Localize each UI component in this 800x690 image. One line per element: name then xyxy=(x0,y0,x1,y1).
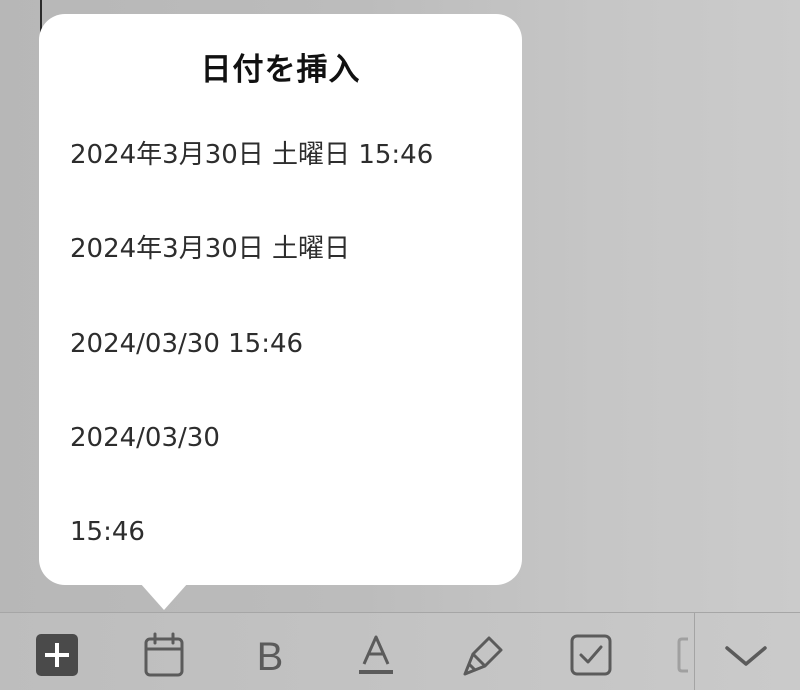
hide-keyboard-button[interactable] xyxy=(720,631,772,683)
insert-button[interactable] xyxy=(31,631,83,683)
date-option-full-datetime[interactable]: 2024年3月30日 土曜日 15:46 xyxy=(70,127,510,183)
insert-date-button[interactable] xyxy=(138,631,190,683)
date-option-numeric-date[interactable]: 2024/03/30 xyxy=(70,410,510,466)
checkbox-icon xyxy=(568,632,614,682)
checklist-button[interactable] xyxy=(565,631,617,683)
highlighter-icon xyxy=(461,632,507,682)
bold-icon: B xyxy=(256,635,284,679)
more-tools-button[interactable] xyxy=(672,631,692,683)
text-color-icon xyxy=(356,632,396,682)
plus-square-icon xyxy=(34,632,80,682)
partial-square-icon xyxy=(672,635,692,679)
insert-date-popover: 日付を挿入 2024年3月30日 土曜日 15:46 2024年3月30日 土曜… xyxy=(39,14,522,585)
text-color-button[interactable] xyxy=(350,631,402,683)
bold-button[interactable]: B xyxy=(244,631,296,683)
chevron-down-icon xyxy=(723,640,769,674)
calendar-icon xyxy=(141,631,187,683)
date-option-time[interactable]: 15:46 xyxy=(70,504,510,560)
highlight-button[interactable] xyxy=(458,631,510,683)
popover-arrow xyxy=(140,583,188,610)
popover-title: 日付を挿入 xyxy=(200,52,361,88)
date-option-full-date[interactable]: 2024年3月30日 土曜日 xyxy=(70,221,510,277)
formatting-toolbar: B xyxy=(0,612,800,690)
date-option-numeric-datetime[interactable]: 2024/03/30 15:46 xyxy=(70,316,510,372)
toolbar-divider xyxy=(694,613,695,690)
